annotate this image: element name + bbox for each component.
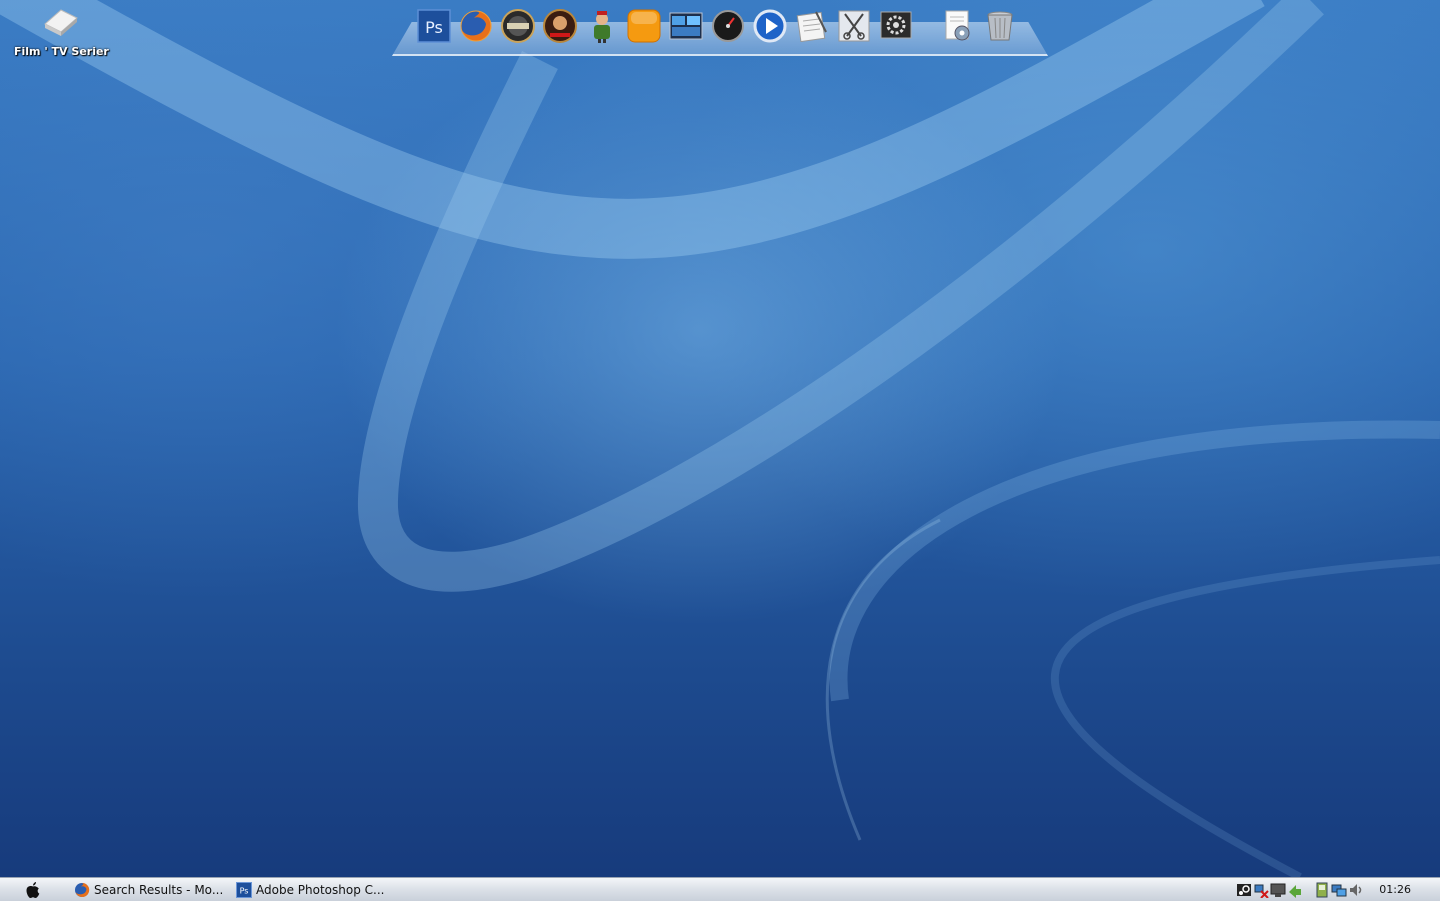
firefox-icon — [460, 10, 492, 42]
svg-text:Ps: Ps — [240, 886, 249, 895]
task-button-label: Adobe Photoshop C... — [256, 882, 385, 897]
dock-item-document[interactable] — [940, 7, 976, 45]
dock-item-dashboard[interactable] — [710, 7, 746, 45]
network-icon[interactable] — [1331, 882, 1347, 898]
clock[interactable]: 01:26 — [1379, 883, 1411, 896]
desktop-wallpaper — [0, 0, 1440, 900]
dock-item-media-player[interactable] — [752, 7, 788, 45]
scissors-icon — [838, 10, 870, 42]
dock-item-trash[interactable] — [982, 7, 1018, 45]
arrow-icon[interactable] — [1287, 882, 1303, 898]
dock-item-text-editor[interactable] — [794, 7, 830, 45]
gauge-icon — [712, 10, 744, 42]
dock-item-firefox[interactable] — [458, 7, 494, 45]
taskbar: Search Results - Mo... Ps Adobe Photosho… — [0, 877, 1440, 901]
dock-item-media-window[interactable] — [668, 7, 704, 45]
display-icon[interactable] — [1270, 882, 1286, 898]
dock-item-system-preferences[interactable] — [878, 7, 914, 45]
volume-icon[interactable] — [1348, 882, 1364, 898]
dock: Ps — [392, 0, 1048, 56]
svg-text:Ps: Ps — [425, 18, 443, 37]
dock-item-football-manager[interactable] — [500, 7, 536, 45]
drive-icon — [39, 4, 79, 40]
firefox-icon — [75, 882, 90, 897]
photoshop-icon: Ps — [236, 881, 252, 898]
football-manager-icon — [501, 9, 535, 43]
steam-icon[interactable] — [1236, 882, 1252, 898]
settings-icon — [880, 11, 912, 39]
device-icon[interactable] — [1314, 882, 1330, 898]
dock-item-photoshop[interactable]: Ps — [416, 7, 452, 45]
dock-separator — [920, 7, 934, 45]
notepad-icon — [796, 11, 827, 43]
dock-item-game-character[interactable] — [584, 7, 620, 45]
task-button-label: Search Results - Mo... — [94, 882, 224, 897]
start-button[interactable] — [22, 880, 44, 900]
dock-item-orange-app[interactable] — [626, 7, 662, 45]
task-button-photoshop[interactable]: Ps Adobe Photoshop C... — [236, 880, 386, 900]
character-icon — [594, 11, 610, 43]
task-button-firefox[interactable]: Search Results - Mo... — [74, 880, 224, 900]
orange-square-icon — [627, 9, 661, 43]
network-error-icon[interactable] — [1253, 882, 1270, 898]
system-tray: 01:26 — [1236, 878, 1440, 901]
dock-item-red-alert[interactable] — [542, 7, 578, 45]
dock-item-utilities[interactable] — [836, 7, 872, 45]
red-alert-icon — [543, 9, 577, 43]
desktop-icon-label: Film ' TV Serier — [14, 45, 109, 58]
document-gear-icon — [945, 10, 970, 41]
play-icon — [753, 9, 787, 43]
photoshop-icon: Ps — [417, 9, 451, 43]
window-icon — [669, 12, 703, 40]
desktop-icon-film-tv-serier[interactable]: Film ' TV Serier — [14, 4, 109, 58]
trash-icon — [987, 11, 1013, 41]
apple-icon — [26, 881, 40, 898]
